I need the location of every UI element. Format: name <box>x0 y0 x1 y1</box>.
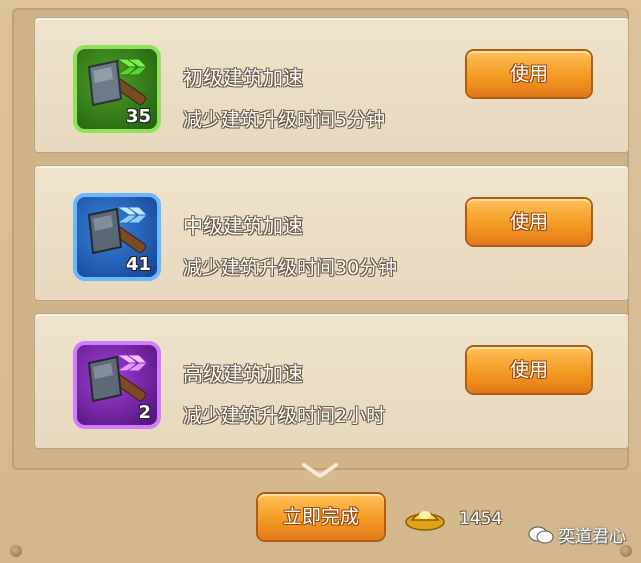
item-icon-slot: 35 <box>73 45 161 133</box>
item-quantity: 2 <box>138 402 151 423</box>
item-quantity: 41 <box>125 254 151 275</box>
gold-ingot-icon <box>405 511 445 531</box>
watermark: 奕道君心 <box>528 522 626 547</box>
item-list-panel[interactable]: 35 初级建筑加速 减少建筑升级时间5分钟 使用 41 中级建筑加速 减少建筑升… <box>12 8 629 470</box>
item-description: 减少建筑升级时间30分钟 <box>183 257 398 279</box>
complete-now-button[interactable]: 立即完成 <box>258 494 384 540</box>
chevron-down-icon[interactable] <box>302 463 338 479</box>
item-name: 高级建筑加速 <box>183 362 303 386</box>
use-button[interactable]: 使用 <box>467 347 591 393</box>
item-icon-slot: 41 <box>73 193 161 281</box>
item-icon-slot: 2 <box>73 341 161 429</box>
list-item: 41 中级建筑加速 减少建筑升级时间30分钟 使用 <box>35 166 628 300</box>
item-name: 初级建筑加速 <box>183 66 303 90</box>
use-button[interactable]: 使用 <box>467 199 591 245</box>
wechat-icon <box>528 526 554 543</box>
corner-bolt <box>10 545 22 557</box>
gold-count: 1454 <box>459 509 503 529</box>
list-item: 35 初级建筑加速 减少建筑升级时间5分钟 使用 <box>35 18 628 152</box>
item-quantity: 35 <box>125 106 151 127</box>
item-description: 减少建筑升级时间2小时 <box>183 405 386 427</box>
item-name: 中级建筑加速 <box>183 214 303 238</box>
use-button[interactable]: 使用 <box>467 51 591 97</box>
item-description: 减少建筑升级时间5分钟 <box>183 109 386 131</box>
watermark-text: 奕道君心 <box>558 527 626 547</box>
list-item: 2 高级建筑加速 减少建筑升级时间2小时 使用 <box>35 314 628 448</box>
